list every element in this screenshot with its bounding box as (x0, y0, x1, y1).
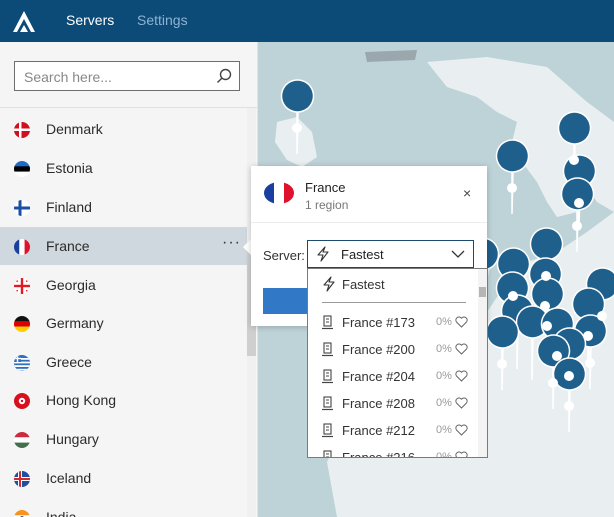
country-item-france[interactable]: France ··· (0, 227, 247, 265)
lightning-bolt-icon (317, 246, 329, 262)
dropdown-option-server[interactable]: France #173 0% (308, 309, 476, 336)
close-icon[interactable]: × (463, 185, 471, 201)
greece-flag-icon (14, 355, 30, 371)
search-icon[interactable] (216, 68, 232, 84)
server-load: 0% (436, 424, 452, 436)
country-item-iceland[interactable]: Iceland (0, 459, 247, 497)
country-label: Hungary (46, 431, 99, 447)
france-flag-icon (264, 182, 294, 204)
country-item-estonia[interactable]: Estonia (0, 149, 247, 187)
country-label: France (46, 238, 90, 254)
select-value: Fastest (341, 247, 384, 262)
heart-icon[interactable] (455, 424, 468, 436)
iceland-flag-icon (14, 471, 30, 487)
server-select[interactable]: Fastest (307, 240, 474, 268)
heart-icon[interactable] (455, 451, 468, 458)
top-bar: Servers Settings (0, 0, 614, 42)
server-load: 0% (436, 451, 452, 458)
popover-divider (251, 222, 487, 223)
heart-icon[interactable] (455, 370, 468, 382)
country-item-finland[interactable]: Finland (0, 188, 247, 226)
nordvpn-logo-icon[interactable] (11, 8, 39, 34)
country-label: Denmark (46, 121, 103, 137)
search-box[interactable] (14, 61, 240, 91)
server-load: 0% (436, 370, 452, 382)
hong-kong-flag-icon (14, 393, 30, 409)
popover-region-count: 1 region (305, 198, 349, 212)
server-load: 0% (436, 316, 452, 328)
server-name: France #204 (342, 369, 415, 384)
tab-servers[interactable]: Servers (66, 12, 114, 28)
country-label: Georgia (46, 277, 96, 293)
india-flag-icon (14, 510, 30, 517)
server-name: France #208 (342, 396, 415, 411)
dropdown-option-server[interactable]: France #208 0% (308, 390, 476, 417)
tab-settings[interactable]: Settings (137, 12, 188, 28)
heart-icon[interactable] (455, 316, 468, 328)
heart-icon[interactable] (455, 397, 468, 409)
server-load: 0% (436, 397, 452, 409)
dropdown-option-server[interactable]: France #216 0% (308, 444, 476, 458)
country-label: Iceland (46, 470, 92, 486)
dropdown-option-server[interactable]: France #204 0% (308, 363, 476, 390)
georgia-flag-icon (14, 278, 30, 294)
country-item-germany[interactable]: Germany (0, 304, 247, 342)
server-dropdown: Fastest France #173 0% France #200 0% Fr… (307, 268, 488, 458)
finland-flag-icon (14, 200, 30, 216)
country-item-denmark[interactable]: Denmark (0, 110, 247, 148)
country-item-hong-kong[interactable]: Hong Kong (0, 381, 247, 419)
country-label: Germany (46, 315, 104, 331)
lightning-bolt-icon (323, 276, 335, 292)
server-name: France #200 (342, 342, 415, 357)
sidebar: Denmark Estonia Finland France ··· Georg… (0, 42, 258, 517)
dropdown-option-server[interactable]: France #212 0% (308, 417, 476, 444)
server-icon (322, 342, 333, 357)
country-label: India (46, 509, 77, 517)
dropdown-scrollbar-thumb[interactable] (479, 287, 486, 297)
popover-country-name: France (305, 180, 346, 195)
connect-button[interactable] (263, 288, 307, 314)
country-item-georgia[interactable]: Georgia (0, 266, 247, 304)
dropdown-scrollbar-track[interactable] (478, 269, 487, 457)
country-label: Greece (46, 354, 92, 370)
dropdown-divider (322, 302, 466, 303)
country-label: Estonia (46, 160, 93, 176)
server-name: France #216 (342, 450, 415, 458)
germany-flag-icon (14, 316, 30, 332)
server-icon (323, 450, 332, 457)
server-name: France #212 (342, 423, 415, 438)
chevron-down-icon (451, 250, 465, 258)
server-load: 0% (436, 343, 452, 355)
country-item-greece[interactable]: Greece (0, 343, 247, 381)
country-label: Hong Kong (46, 392, 117, 408)
france-flag-icon (14, 239, 30, 255)
server-icon (322, 423, 333, 438)
estonia-flag-icon (14, 161, 30, 177)
server-name: France #173 (342, 315, 415, 330)
country-item-india[interactable]: India (0, 498, 247, 517)
server-icon (322, 396, 333, 411)
more-options-icon[interactable]: ··· (222, 234, 241, 252)
server-icon (322, 315, 333, 330)
server-label: Server: (263, 248, 305, 263)
dropdown-option-server[interactable]: France #200 0% (308, 336, 476, 363)
search-input[interactable] (22, 66, 211, 88)
country-item-hungary[interactable]: Hungary (0, 420, 247, 458)
search-divider (0, 107, 257, 108)
hungary-flag-icon (14, 432, 30, 448)
country-label: Finland (46, 199, 92, 215)
heart-icon[interactable] (455, 343, 468, 355)
dropdown-option-fastest[interactable]: Fastest (308, 269, 487, 299)
option-label: Fastest (342, 277, 385, 292)
server-icon (322, 369, 333, 384)
denmark-flag-icon (14, 122, 30, 138)
